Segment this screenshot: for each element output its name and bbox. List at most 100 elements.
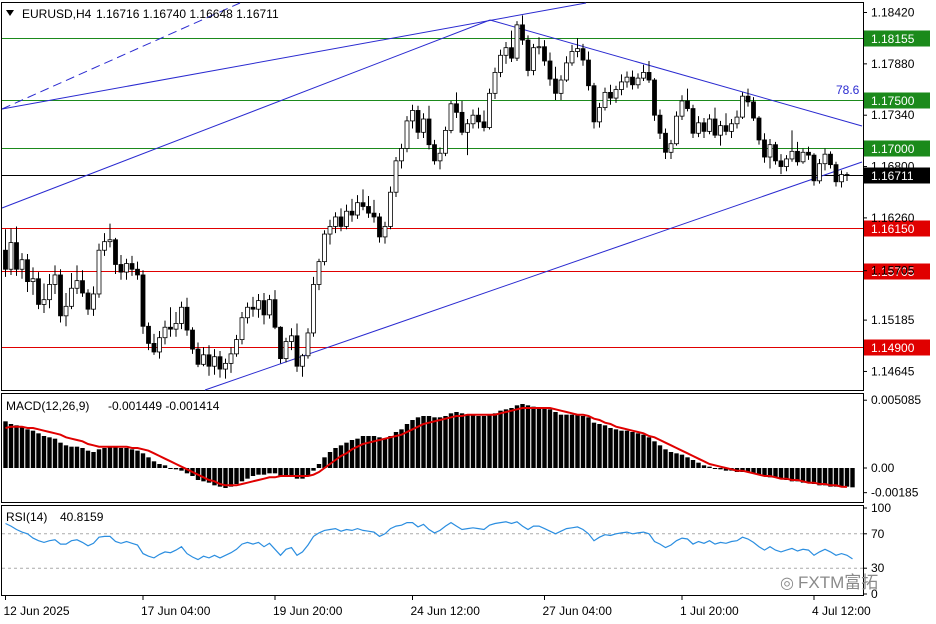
macd-bar	[811, 468, 817, 484]
candle-body	[173, 323, 179, 330]
macd-bar	[613, 429, 619, 468]
macd-bar	[14, 425, 19, 468]
candle-body	[184, 306, 190, 331]
candle-body	[245, 306, 250, 319]
candle-body	[25, 259, 30, 283]
candle-body	[520, 24, 525, 41]
price-tick-label: 1.18420	[871, 6, 915, 20]
rsi-panel-frame	[1, 505, 864, 596]
macd-bar	[311, 468, 316, 471]
macd-bar	[245, 468, 250, 479]
macd-bar	[492, 413, 498, 468]
macd-bar	[498, 410, 503, 468]
candle-body	[723, 125, 729, 132]
macd-bar	[514, 405, 520, 468]
price-panel-frame	[1, 2, 864, 391]
candle-body	[283, 341, 289, 360]
candle-body	[399, 148, 404, 162]
candle-body	[459, 111, 465, 133]
macd-bar	[151, 461, 157, 468]
macd-bar	[641, 434, 646, 468]
macd-bar	[113, 446, 118, 468]
macd-bar	[52, 438, 58, 468]
candle-body	[421, 118, 426, 133]
macd-bar	[102, 448, 107, 468]
candle-body	[514, 24, 520, 59]
candle-body	[179, 306, 184, 324]
macd-bar	[822, 468, 828, 486]
candle-body	[294, 335, 300, 367]
rsi-tick-label: 70	[871, 527, 885, 541]
macd-bar	[778, 468, 784, 479]
candle-body	[377, 216, 382, 238]
macd-bar	[580, 416, 586, 468]
macd-bar	[575, 414, 580, 468]
candle-body	[531, 47, 536, 71]
macd-bar	[47, 437, 52, 468]
candle-body	[789, 150, 795, 160]
macd-bar	[41, 436, 47, 468]
candle-body	[839, 174, 844, 183]
candle-body	[14, 242, 19, 270]
macd-bar	[157, 464, 162, 468]
candle-body	[443, 130, 448, 154]
candle-body	[822, 153, 828, 165]
macd-bar	[531, 406, 536, 468]
price-tick-label: 1.14645	[871, 364, 915, 378]
candle-body	[448, 103, 454, 131]
candle-body	[641, 72, 646, 79]
macd-bar	[267, 468, 272, 474]
time-tick-label: 24 Jun 12:00	[411, 604, 481, 618]
price-tick-label: 1.16800	[871, 160, 915, 174]
candle-body	[569, 51, 575, 64]
macd-bar	[701, 465, 707, 468]
macd-bar	[668, 452, 674, 468]
candle-body	[597, 107, 602, 123]
macd-bar	[410, 420, 415, 468]
macd-bar	[36, 433, 41, 468]
candle-body	[668, 143, 674, 153]
candle-body	[817, 163, 822, 182]
candle-body	[300, 355, 305, 367]
candle-body	[129, 263, 135, 270]
candle-body	[690, 108, 696, 134]
macd-bar	[839, 468, 844, 487]
candle-body	[426, 118, 432, 146]
candle-body	[113, 239, 118, 265]
macd-bar	[382, 438, 388, 468]
candle-body	[267, 299, 272, 316]
candle-body	[492, 72, 498, 94]
candle-body	[190, 329, 195, 350]
candle-body	[663, 132, 668, 153]
macd-bar	[712, 468, 718, 469]
macd-bar	[19, 426, 25, 468]
candle-body	[718, 125, 723, 136]
candle-body	[250, 306, 256, 310]
candle-body	[525, 39, 531, 71]
candle-body	[256, 300, 261, 310]
macd-bar	[250, 468, 256, 476]
level-tag-label: 1.18155	[871, 32, 915, 46]
macd-bar	[85, 450, 91, 468]
macd-bar	[69, 446, 74, 468]
candle-body	[239, 317, 245, 341]
macd-bar	[124, 448, 129, 468]
candle-body	[168, 326, 173, 330]
macd-bar	[388, 436, 393, 468]
macd-bar	[168, 468, 173, 469]
candle-body	[305, 332, 311, 357]
candle-body	[118, 264, 124, 273]
candle-body	[349, 210, 355, 216]
macd-bar	[503, 409, 509, 468]
macd-bar	[844, 468, 850, 487]
candle-body	[388, 191, 393, 227]
macd-bar	[459, 413, 465, 468]
ohlc-label: 1.16716 1.16740 1.16648 1.16711	[96, 7, 279, 21]
macd-bar	[256, 468, 261, 475]
macd-bar	[80, 448, 85, 468]
candle-body	[316, 261, 322, 285]
macd-bar	[646, 437, 652, 468]
candle-body	[322, 233, 327, 263]
candle-body	[575, 48, 580, 52]
macd-bar	[63, 445, 69, 468]
